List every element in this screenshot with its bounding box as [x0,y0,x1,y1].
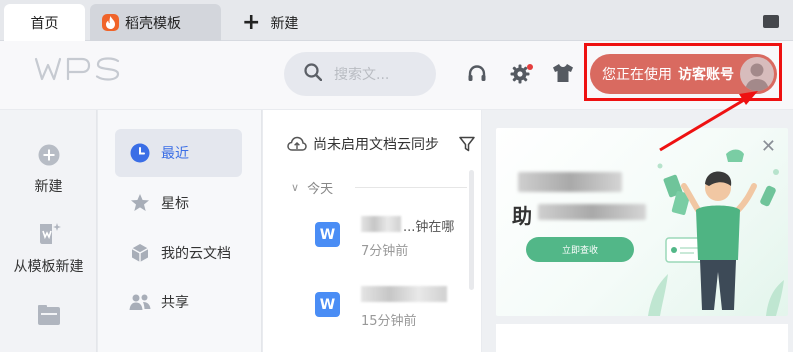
list-item[interactable]: W ...钟在哪 7分钟前 [315,214,455,260]
highlight-box [584,43,782,101]
rail-new-label: 新建 [34,179,63,195]
tab-home-label: 首页 [30,15,59,32]
star-icon [129,192,151,214]
search-icon [304,63,323,85]
today-group-header[interactable]: ∨ 今天 [291,178,333,197]
docer-flame-icon [102,14,119,31]
word-doc-icon: W [315,292,340,317]
blurred-heading [518,172,622,192]
wps-logo [34,55,122,87]
file-name-fragment: ...钟在哪 [403,220,455,235]
right-panel: ✕ 助 立即查收 [482,110,793,352]
claim-now-label: 立即查收 [561,246,598,256]
rail-from-template-button[interactable]: 从模板新建 [0,222,97,276]
blurred-subheading [538,204,646,220]
chevron-down-icon: ∨ [291,181,300,194]
cloud-sync-icon [287,136,307,152]
today-label: 今天 [307,182,334,197]
search-box[interactable]: 搜索文... [284,52,436,96]
cube-icon [129,242,151,264]
search-placeholder: 搜索文... [334,67,390,83]
blurred-filename [361,216,401,232]
rail-new-button[interactable]: 新建 [0,144,97,196]
left-rail: 新建 从模板新建 [0,110,97,352]
file-list-panel: 尚未启用文档云同步 ∨ 今天 W ...钟在哪 7分钟前 W 15分钟前 [263,110,481,352]
plus-circle-icon [38,144,60,166]
tab-template[interactable]: 稻壳模板 [90,4,221,41]
cloud-sync-notice[interactable]: 尚未启用文档云同步 [287,134,439,154]
file-time: 7分钟前 [361,244,409,259]
folder-icon [37,304,61,326]
nav-item-cloud-docs[interactable]: 我的云文档 [115,229,242,277]
people-icon [129,291,151,313]
cloud-sync-label: 尚未启用文档云同步 [313,137,439,153]
skin-tshirt-icon[interactable] [552,63,574,87]
divider [355,187,467,188]
settings-gear-icon[interactable] [510,63,534,89]
nav-cloud-docs-label: 我的云文档 [161,246,231,262]
tab-home[interactable]: 首页 [4,4,85,41]
tab-template-label: 稻壳模板 [125,15,181,32]
promo-banner[interactable]: ✕ 助 立即查收 [496,128,788,316]
blurred-filename [361,286,447,302]
nav-item-shared[interactable]: 共享 [115,278,242,326]
file-time: 15分钟前 [361,314,417,329]
new-tab-label: 新建 [270,15,299,32]
mascot-illustration [646,142,786,316]
scrollbar[interactable] [469,170,474,290]
word-doc-icon: W [315,222,340,247]
filter-funnel-icon[interactable] [459,136,475,156]
template-sparkle-icon [37,222,61,246]
nav-list: 最近 星标 我的云文档 共享 [98,110,262,352]
list-item[interactable]: W 15分钟前 [315,284,455,330]
nav-recent-label: 最近 [161,146,189,162]
claim-now-button[interactable]: 立即查收 [526,237,634,262]
tab-bar: 首页 稻壳模板 + 新建 [0,0,793,41]
nav-item-starred[interactable]: 星标 [115,179,242,227]
nav-shared-label: 共享 [161,295,189,311]
nav-item-recent[interactable]: 最近 [115,129,242,177]
banner-heading-fragment: 助 [512,204,532,228]
rail-from-template-label: 从模板新建 [13,259,84,275]
clock-icon [129,142,151,164]
new-tab-button[interactable]: + 新建 [242,4,298,41]
bottom-card [496,324,788,352]
window-switch-icon[interactable] [763,15,779,28]
headset-icon[interactable] [466,63,488,89]
nav-starred-label: 星标 [161,196,189,212]
plus-icon: + [242,9,261,35]
rail-open-button[interactable] [0,304,97,326]
